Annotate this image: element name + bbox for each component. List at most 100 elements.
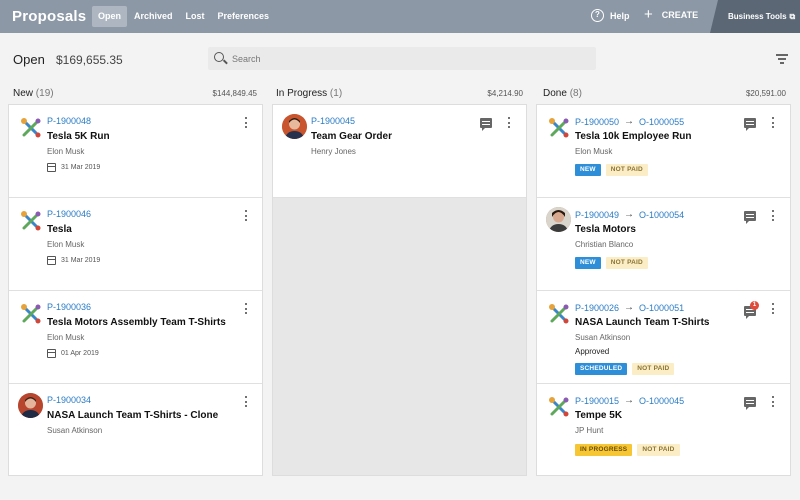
proposal-ids: P-1900046: [47, 209, 91, 219]
filter-icon[interactable]: [776, 54, 788, 64]
proposal-id-link[interactable]: P-1900046: [47, 209, 91, 219]
proposal-id-link[interactable]: P-1900048: [47, 116, 91, 126]
tab-archived[interactable]: Archived: [128, 6, 179, 27]
proposal-title: Tempe 5K: [575, 410, 623, 421]
avatar: [282, 114, 307, 139]
kebab-menu-icon[interactable]: [243, 396, 249, 408]
proposal-title: Tesla Motors: [575, 224, 636, 235]
column-header-new: New (19): [13, 88, 54, 99]
proposal-ids: P-1900049 → O-1000054: [575, 209, 684, 220]
proposal-id-link[interactable]: P-1900034: [47, 395, 91, 405]
column-in-progress: P-1900045 Team Gear Order Henry Jones: [272, 104, 527, 476]
proposal-id-link[interactable]: P-1900045: [311, 116, 355, 126]
proposal-card[interactable]: P-1900046 Tesla Elon Musk 31 Mar 2019: [9, 198, 262, 291]
column-total-done: $20,591.00: [745, 89, 786, 98]
payment-badge: NOT PAID: [605, 164, 648, 176]
proposal-person: Elon Musk: [47, 333, 85, 342]
business-tools-label: Business Tools: [728, 12, 787, 21]
tab-lost[interactable]: Lost: [180, 6, 211, 27]
proposal-date: 31 Mar 2019: [47, 256, 100, 265]
tools-icon: [549, 397, 569, 417]
search-icon: [214, 52, 224, 62]
business-tools-button[interactable]: Business Tools ⧉: [710, 0, 800, 33]
proposal-card[interactable]: P-1900036 Tesla Motors Assembly Team T-S…: [9, 291, 262, 384]
status-badges: NEW NOT PAID: [575, 164, 653, 176]
proposal-ids: P-1900050 → O-1000055: [575, 116, 684, 127]
proposal-title: Tesla: [47, 224, 72, 235]
proposal-title: Tesla 10k Employee Run: [575, 131, 692, 142]
create-button[interactable]: + CREATE: [644, 6, 698, 23]
kebab-menu-icon[interactable]: [770, 303, 776, 315]
proposal-person: JP Hunt: [575, 426, 604, 435]
kebab-menu-icon[interactable]: [770, 210, 776, 222]
column-done: P-1900050 → O-1000055 Tesla 10k Employee…: [536, 104, 791, 476]
proposal-card[interactable]: P-1900048 Tesla 5K Run Elon Musk 31 Mar …: [9, 105, 262, 198]
proposal-title: Tesla Motors Assembly Team T-Shirts: [47, 317, 226, 328]
proposal-ids: P-1900026 → O-1000051: [575, 302, 684, 313]
order-id-link[interactable]: O-1000045: [639, 396, 684, 406]
payment-badge: NOT PAID: [637, 444, 680, 456]
tab-preferences[interactable]: Preferences: [212, 6, 276, 27]
payment-badge: NOT PAID: [605, 257, 648, 269]
order-id-link[interactable]: O-1000054: [639, 210, 684, 220]
status-badges: NEW NOT PAID: [575, 257, 653, 269]
calendar-icon: [47, 349, 56, 358]
proposal-card[interactable]: P-1900026 → O-1000051 NASA Launch Team T…: [537, 291, 790, 384]
column-name: New: [13, 88, 34, 99]
payment-badge: NOT PAID: [632, 363, 675, 375]
kebab-menu-icon[interactable]: [243, 117, 249, 129]
app-title: Proposals: [12, 8, 87, 25]
external-link-icon: ⧉: [789, 12, 796, 21]
arrow-right-icon: →: [624, 395, 635, 406]
date-label: 31 Mar 2019: [61, 257, 101, 264]
tab-open[interactable]: Open: [92, 6, 128, 27]
search-input[interactable]: [232, 51, 582, 66]
help-circle-icon: ?: [591, 9, 604, 22]
plus-icon: +: [644, 6, 653, 23]
proposal-id-link[interactable]: P-1900050: [575, 117, 619, 127]
comment-icon[interactable]: [480, 118, 492, 131]
calendar-icon: [47, 163, 56, 172]
tools-icon: [549, 304, 569, 324]
proposal-card[interactable]: P-1900015 → O-1000045 Tempe 5K JP Hunt I…: [537, 384, 790, 475]
column-new: P-1900048 Tesla 5K Run Elon Musk 31 Mar …: [8, 104, 263, 476]
proposal-person: Henry Jones: [311, 147, 356, 156]
proposal-card[interactable]: P-1900034 NASA Launch Team T-Shirts - Cl…: [9, 384, 262, 475]
proposal-id-link[interactable]: P-1900015: [575, 396, 619, 406]
kebab-menu-icon[interactable]: [506, 117, 512, 129]
column-name: In Progress: [276, 88, 328, 99]
kebab-menu-icon[interactable]: [243, 210, 249, 222]
kebab-menu-icon[interactable]: [243, 303, 249, 315]
proposal-ids: P-1900045: [311, 116, 355, 126]
proposal-person: Elon Musk: [47, 147, 85, 156]
kebab-menu-icon[interactable]: [770, 396, 776, 408]
avatar: [18, 393, 43, 418]
proposal-person: Susan Atkinson: [47, 426, 103, 435]
order-id-link[interactable]: O-1000051: [639, 303, 684, 313]
calendar-icon: [47, 256, 56, 265]
comment-icon[interactable]: 1: [744, 301, 759, 319]
column-total-new: $144,849.45: [212, 89, 258, 98]
proposal-card[interactable]: P-1900049 → O-1000054 Tesla Motors Chris…: [537, 198, 790, 291]
proposal-id-link[interactable]: P-1900026: [575, 303, 619, 313]
proposal-card[interactable]: P-1900050 → O-1000055 Tesla 10k Employee…: [537, 105, 790, 198]
proposal-person: Susan Atkinson: [575, 333, 631, 342]
proposal-status-text: Approved: [575, 347, 610, 356]
status-badges: SCHEDULED NOT PAID: [575, 363, 679, 375]
status-badge: NEW: [575, 257, 601, 269]
proposal-ids: P-1900015 → O-1000045: [575, 395, 684, 406]
comment-icon[interactable]: [744, 211, 756, 224]
proposal-person: Elon Musk: [575, 147, 613, 156]
order-id-link[interactable]: O-1000055: [639, 117, 684, 127]
proposal-ids: P-1900036: [47, 302, 91, 312]
column-total-in-progress: $4,214.90: [487, 89, 523, 98]
proposal-id-link[interactable]: P-1900036: [47, 302, 91, 312]
kebab-menu-icon[interactable]: [770, 117, 776, 129]
comment-icon[interactable]: [744, 397, 756, 410]
column-header-in-progress: In Progress (1): [276, 88, 342, 99]
tools-icon: [21, 304, 41, 324]
help-button[interactable]: ? Help: [591, 9, 630, 22]
comment-icon[interactable]: [744, 118, 756, 131]
proposal-id-link[interactable]: P-1900049: [575, 210, 619, 220]
proposal-card[interactable]: P-1900045 Team Gear Order Henry Jones: [273, 105, 526, 198]
